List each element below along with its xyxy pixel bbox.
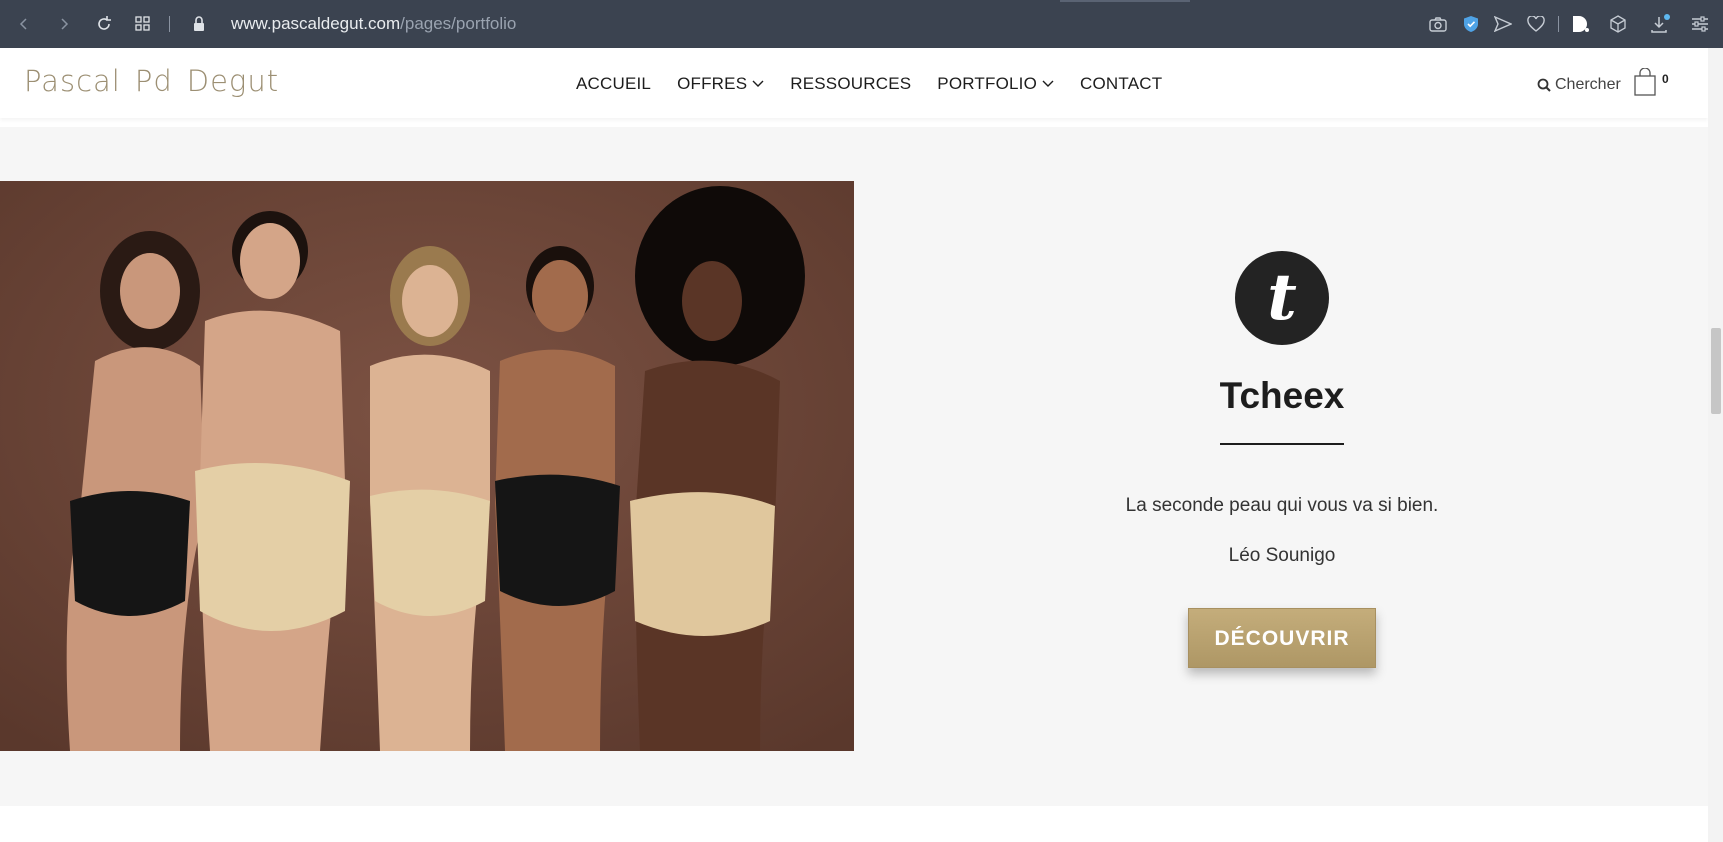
reload-icon[interactable] bbox=[92, 12, 116, 36]
brand-author: Léo Sounigo bbox=[1228, 545, 1336, 566]
settings-icon[interactable] bbox=[1689, 13, 1711, 35]
d-extension-icon[interactable] bbox=[1570, 13, 1592, 35]
send-icon[interactable] bbox=[1492, 13, 1514, 35]
cart-button[interactable]: 0 bbox=[1634, 68, 1669, 96]
nav-item-accueil[interactable]: ACCUEIL bbox=[576, 74, 651, 94]
brand-logo-letter: t bbox=[1267, 260, 1297, 335]
download-icon[interactable] bbox=[1649, 13, 1671, 35]
nav-item-portfolio[interactable]: PORTFOLIO bbox=[937, 74, 1054, 94]
brand-name: Tcheex bbox=[1219, 375, 1345, 416]
nav-label: RESSOURCES bbox=[790, 74, 912, 93]
chevron-down-icon bbox=[1042, 80, 1054, 88]
search-icon bbox=[1537, 78, 1551, 92]
cube-icon[interactable] bbox=[1607, 13, 1629, 35]
tab-indicator bbox=[1060, 0, 1190, 2]
page-scrollbar[interactable] bbox=[1708, 48, 1723, 842]
site-header: Pascal Pd Degut ACCUEIL OFFRES RESSOURCE… bbox=[0, 48, 1708, 118]
search-button[interactable]: Chercher bbox=[1537, 76, 1621, 94]
toolbar-separator bbox=[169, 16, 170, 32]
nav-item-ressources[interactable]: RESSOURCES bbox=[790, 74, 911, 94]
lock-icon[interactable] bbox=[187, 12, 211, 36]
toolbar-separator bbox=[1558, 16, 1559, 32]
portfolio-photo bbox=[0, 181, 854, 751]
logo-last-name: Degut bbox=[186, 64, 280, 98]
back-icon[interactable] bbox=[12, 12, 36, 36]
nav-label: CONTACT bbox=[1080, 74, 1163, 93]
next-section bbox=[0, 806, 1708, 842]
browser-toolbar: www.pascaldegut.com/pages/portfolio bbox=[0, 0, 1723, 48]
nav-label: ACCUEIL bbox=[576, 74, 652, 93]
nav-label: PORTFOLIO bbox=[937, 74, 1038, 93]
scrollbar-thumb[interactable] bbox=[1711, 328, 1721, 414]
brand-tagline: La seconde peau qui vous va si bien. bbox=[1125, 495, 1439, 516]
portfolio-section: t Tcheex La seconde peau qui vous va si … bbox=[0, 127, 1708, 806]
brand-logo: t bbox=[1235, 251, 1329, 345]
chevron-down-icon bbox=[752, 80, 764, 88]
shopping-bag-icon bbox=[1634, 68, 1656, 96]
brand-divider bbox=[1220, 443, 1344, 445]
brand-card: t Tcheex La seconde peau qui vous va si … bbox=[1077, 251, 1487, 668]
logo-first-name: Pascal bbox=[24, 64, 121, 98]
nav-item-offres[interactable]: OFFRES bbox=[677, 74, 764, 94]
shield-icon[interactable] bbox=[1460, 13, 1482, 35]
address-bar[interactable]: www.pascaldegut.com/pages/portfolio bbox=[231, 14, 516, 34]
url-domain: www.pascaldegut.com bbox=[231, 14, 401, 33]
camera-icon[interactable] bbox=[1427, 13, 1449, 35]
discover-button[interactable]: DÉCOUVRIR bbox=[1188, 608, 1376, 668]
main-navigation: ACCUEIL OFFRES RESSOURCES PORTFOLIO CONT… bbox=[576, 74, 1188, 94]
url-path: /pages/portfolio bbox=[400, 14, 517, 33]
search-label: Chercher bbox=[1555, 76, 1621, 93]
logo-monogram: Pd bbox=[134, 64, 173, 98]
site-logo[interactable]: Pascal Pd Degut bbox=[24, 64, 279, 98]
forward-icon[interactable] bbox=[52, 12, 76, 36]
cart-count: 0 bbox=[1662, 72, 1669, 86]
nav-item-contact[interactable]: CONTACT bbox=[1080, 74, 1162, 94]
grid-icon[interactable] bbox=[131, 12, 155, 36]
nav-label: OFFRES bbox=[677, 74, 748, 93]
heart-icon[interactable] bbox=[1525, 13, 1547, 35]
